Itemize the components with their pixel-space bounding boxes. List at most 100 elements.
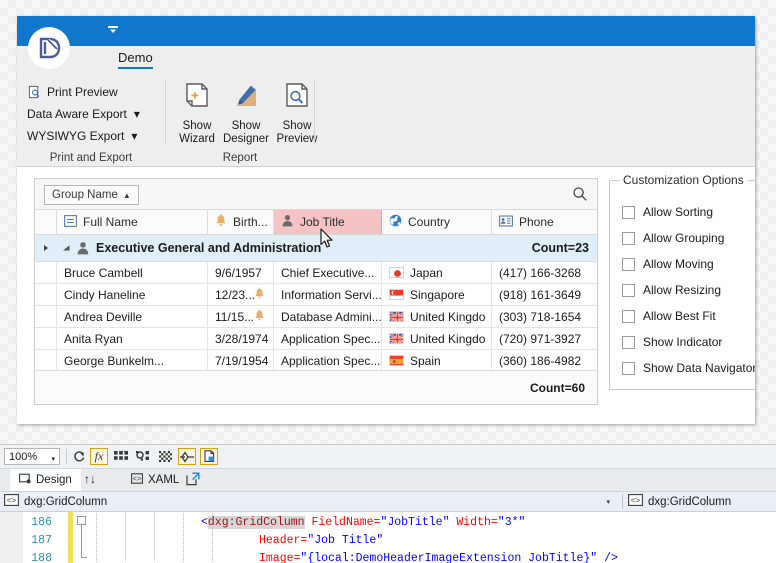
tab-xaml[interactable]: <> XAML bbox=[122, 469, 188, 491]
column-header-label: Full Name bbox=[83, 215, 138, 229]
swap-panes-button[interactable]: ↑↓ bbox=[84, 472, 96, 486]
table-row[interactable]: George Bunkelm... 7/19/1954 Application … bbox=[35, 350, 597, 372]
search-icon[interactable] bbox=[572, 186, 588, 207]
show-designer-label-1: Show bbox=[231, 120, 261, 132]
show-preview-button[interactable]: Show Preview bbox=[270, 78, 324, 146]
checkbox-box[interactable] bbox=[622, 205, 635, 219]
column-header-full-name[interactable]: Full Name bbox=[57, 210, 208, 234]
node-connector-icon[interactable] bbox=[178, 448, 196, 465]
editor-gutter bbox=[0, 512, 23, 563]
cell-job-title: Information Servi... bbox=[274, 284, 382, 305]
checkbox-box[interactable] bbox=[622, 335, 635, 349]
group-chip-label: Group Name bbox=[52, 189, 118, 201]
collapse-outline-toggle[interactable] bbox=[77, 516, 86, 525]
person-icon bbox=[281, 214, 294, 230]
checkbox-label: Allow Grouping bbox=[643, 231, 725, 245]
checkbox-allow-sorting[interactable]: Allow Sorting bbox=[622, 205, 713, 219]
tab-demo[interactable]: Demo bbox=[110, 47, 161, 70]
element-path-secondary-text[interactable]: dxg:GridColumn bbox=[648, 496, 731, 508]
japan-flag bbox=[389, 267, 404, 278]
checkbox-box[interactable] bbox=[622, 257, 635, 271]
checkbox-box[interactable] bbox=[622, 361, 635, 375]
group-column-chip-group-name[interactable]: Group Name ▲ bbox=[44, 185, 139, 205]
group-row-title: Executive General and Administration bbox=[96, 241, 322, 255]
row-indicator bbox=[35, 350, 57, 371]
row-indicator bbox=[35, 306, 57, 327]
code-line: Header="Job Title" bbox=[259, 534, 383, 547]
column-header-birth[interactable]: Birth... bbox=[208, 210, 274, 234]
table-row[interactable]: Anita Ryan 3/28/1974 Application Spec... bbox=[35, 328, 597, 350]
grid-group-row[interactable]: Executive General and Administration Cou… bbox=[35, 235, 597, 262]
checkbox-allow-moving[interactable]: Allow Moving bbox=[622, 257, 714, 271]
element-path-bar: <> dxg:GridColumn ▾ <> dxg:GridColumn bbox=[0, 492, 776, 512]
refresh-icon[interactable] bbox=[70, 448, 88, 465]
checkbox-box[interactable] bbox=[622, 309, 635, 323]
code-token: < bbox=[201, 516, 208, 529]
checkerboard-icon[interactable] bbox=[156, 448, 174, 465]
ribbon-tabstrip: Demo bbox=[17, 46, 755, 74]
checkbox-show-indicator[interactable]: Show Indicator bbox=[622, 335, 722, 349]
column-header-country[interactable]: Country bbox=[382, 210, 492, 234]
copy-page-icon[interactable] bbox=[200, 448, 218, 465]
cell-full-name: Anita Ryan bbox=[57, 328, 208, 349]
cell-job-title: Application Spec... bbox=[274, 328, 382, 349]
grid-summary-footer: Count=60 bbox=[35, 370, 597, 404]
indent-guide bbox=[183, 513, 184, 563]
table-row[interactable]: Bruce Cambell 9/6/1957 Chief Executive..… bbox=[35, 262, 597, 284]
zoom-level-combobox[interactable]: 100% ▾ bbox=[4, 448, 60, 465]
element-path-separator bbox=[622, 494, 623, 509]
uk-flag bbox=[389, 333, 404, 344]
show-wizard-label-1: Show bbox=[182, 120, 212, 132]
tab-design[interactable]: Design bbox=[10, 469, 81, 491]
checkbox-box[interactable] bbox=[622, 231, 635, 245]
code-line: Image="{local:DemoHeaderImageExtension J… bbox=[259, 552, 618, 563]
cell-job-title: Application Spec... bbox=[274, 350, 382, 371]
checkbox-allow-resizing[interactable]: Allow Resizing bbox=[622, 283, 721, 297]
column-header-label: Phone bbox=[519, 215, 554, 229]
table-row[interactable]: Cindy Haneline 12/23... Information Serv… bbox=[35, 284, 597, 306]
cell-birth: 11/15... bbox=[208, 306, 274, 327]
column-header-job-title[interactable]: Job Title bbox=[274, 210, 382, 234]
cell-phone: (918) 161-3649 bbox=[499, 287, 582, 302]
group-by-panel[interactable]: Group Name ▲ bbox=[35, 179, 597, 210]
xaml-code-editor[interactable]: 186 187 188 <dxg:GridColumn FieldName="J… bbox=[0, 512, 776, 563]
print-preview-icon bbox=[28, 85, 40, 98]
designer-view-tabs: Design ↑↓ <> XAML bbox=[0, 469, 776, 492]
show-wizard-button[interactable]: Show Wizard bbox=[170, 78, 224, 146]
cell-birth: 12/23... bbox=[208, 284, 274, 305]
table-row[interactable]: Andrea Deville 11/15... Database Admini.… bbox=[35, 306, 597, 328]
chevron-down-icon: ▾ bbox=[131, 129, 138, 143]
checkbox-show-data-navigator[interactable]: Show Data Navigator bbox=[622, 361, 755, 375]
checkbox-box[interactable] bbox=[622, 283, 635, 297]
group-expand-toggle[interactable] bbox=[56, 244, 76, 253]
cell-phone: (360) 186-4982 bbox=[499, 353, 582, 368]
cell-full-name: Bruce Cambell bbox=[57, 262, 208, 283]
wysiwyg-export-button[interactable]: WYSIWYG Export ▾ bbox=[24, 126, 140, 146]
checkbox-allow-grouping[interactable]: Allow Grouping bbox=[622, 231, 724, 245]
show-preview-label-2: Preview bbox=[276, 133, 318, 145]
element-path-text[interactable]: dxg:GridColumn bbox=[24, 496, 107, 508]
popout-icon[interactable] bbox=[186, 472, 200, 491]
grid-header-row: Full Name Birth... Job Title Country Pho… bbox=[35, 210, 597, 235]
cell-full-name: Andrea Deville bbox=[57, 306, 208, 327]
alarm-icon bbox=[254, 309, 265, 325]
fx-icon[interactable]: fx bbox=[90, 448, 108, 465]
quick-access-toolbar-dropdown[interactable] bbox=[103, 21, 123, 39]
cell-full-name: Cindy Haneline bbox=[57, 284, 208, 305]
data-aware-export-button[interactable]: Data Aware Export ▾ bbox=[24, 104, 143, 124]
code-token: "JobTitle" bbox=[380, 516, 450, 529]
grid-align-icon[interactable] bbox=[112, 448, 130, 465]
snap-grid-icon[interactable] bbox=[134, 448, 152, 465]
indent-guide bbox=[96, 513, 97, 563]
chevron-down-icon[interactable]: ▾ bbox=[606, 498, 610, 506]
show-designer-button[interactable]: Show Designer bbox=[219, 78, 273, 146]
checkbox-allow-best-fit[interactable]: Allow Best Fit bbox=[622, 309, 716, 323]
cell-birth: 7/19/1954 bbox=[208, 350, 274, 371]
show-preview-label-1: Show bbox=[282, 120, 312, 132]
cell-country: Japan bbox=[382, 262, 492, 283]
print-preview-button[interactable]: Print Preview bbox=[24, 82, 121, 102]
customization-options-panel: Customization Options Allow Sorting Allo… bbox=[609, 173, 755, 390]
code-line: <dxg:GridColumn FieldName="JobTitle" Wid… bbox=[201, 516, 525, 529]
ribbon-group-print-and-export: Print Preview Data Aware Export ▾ WYSIWY… bbox=[17, 74, 165, 166]
column-header-phone[interactable]: Phone bbox=[492, 210, 596, 234]
